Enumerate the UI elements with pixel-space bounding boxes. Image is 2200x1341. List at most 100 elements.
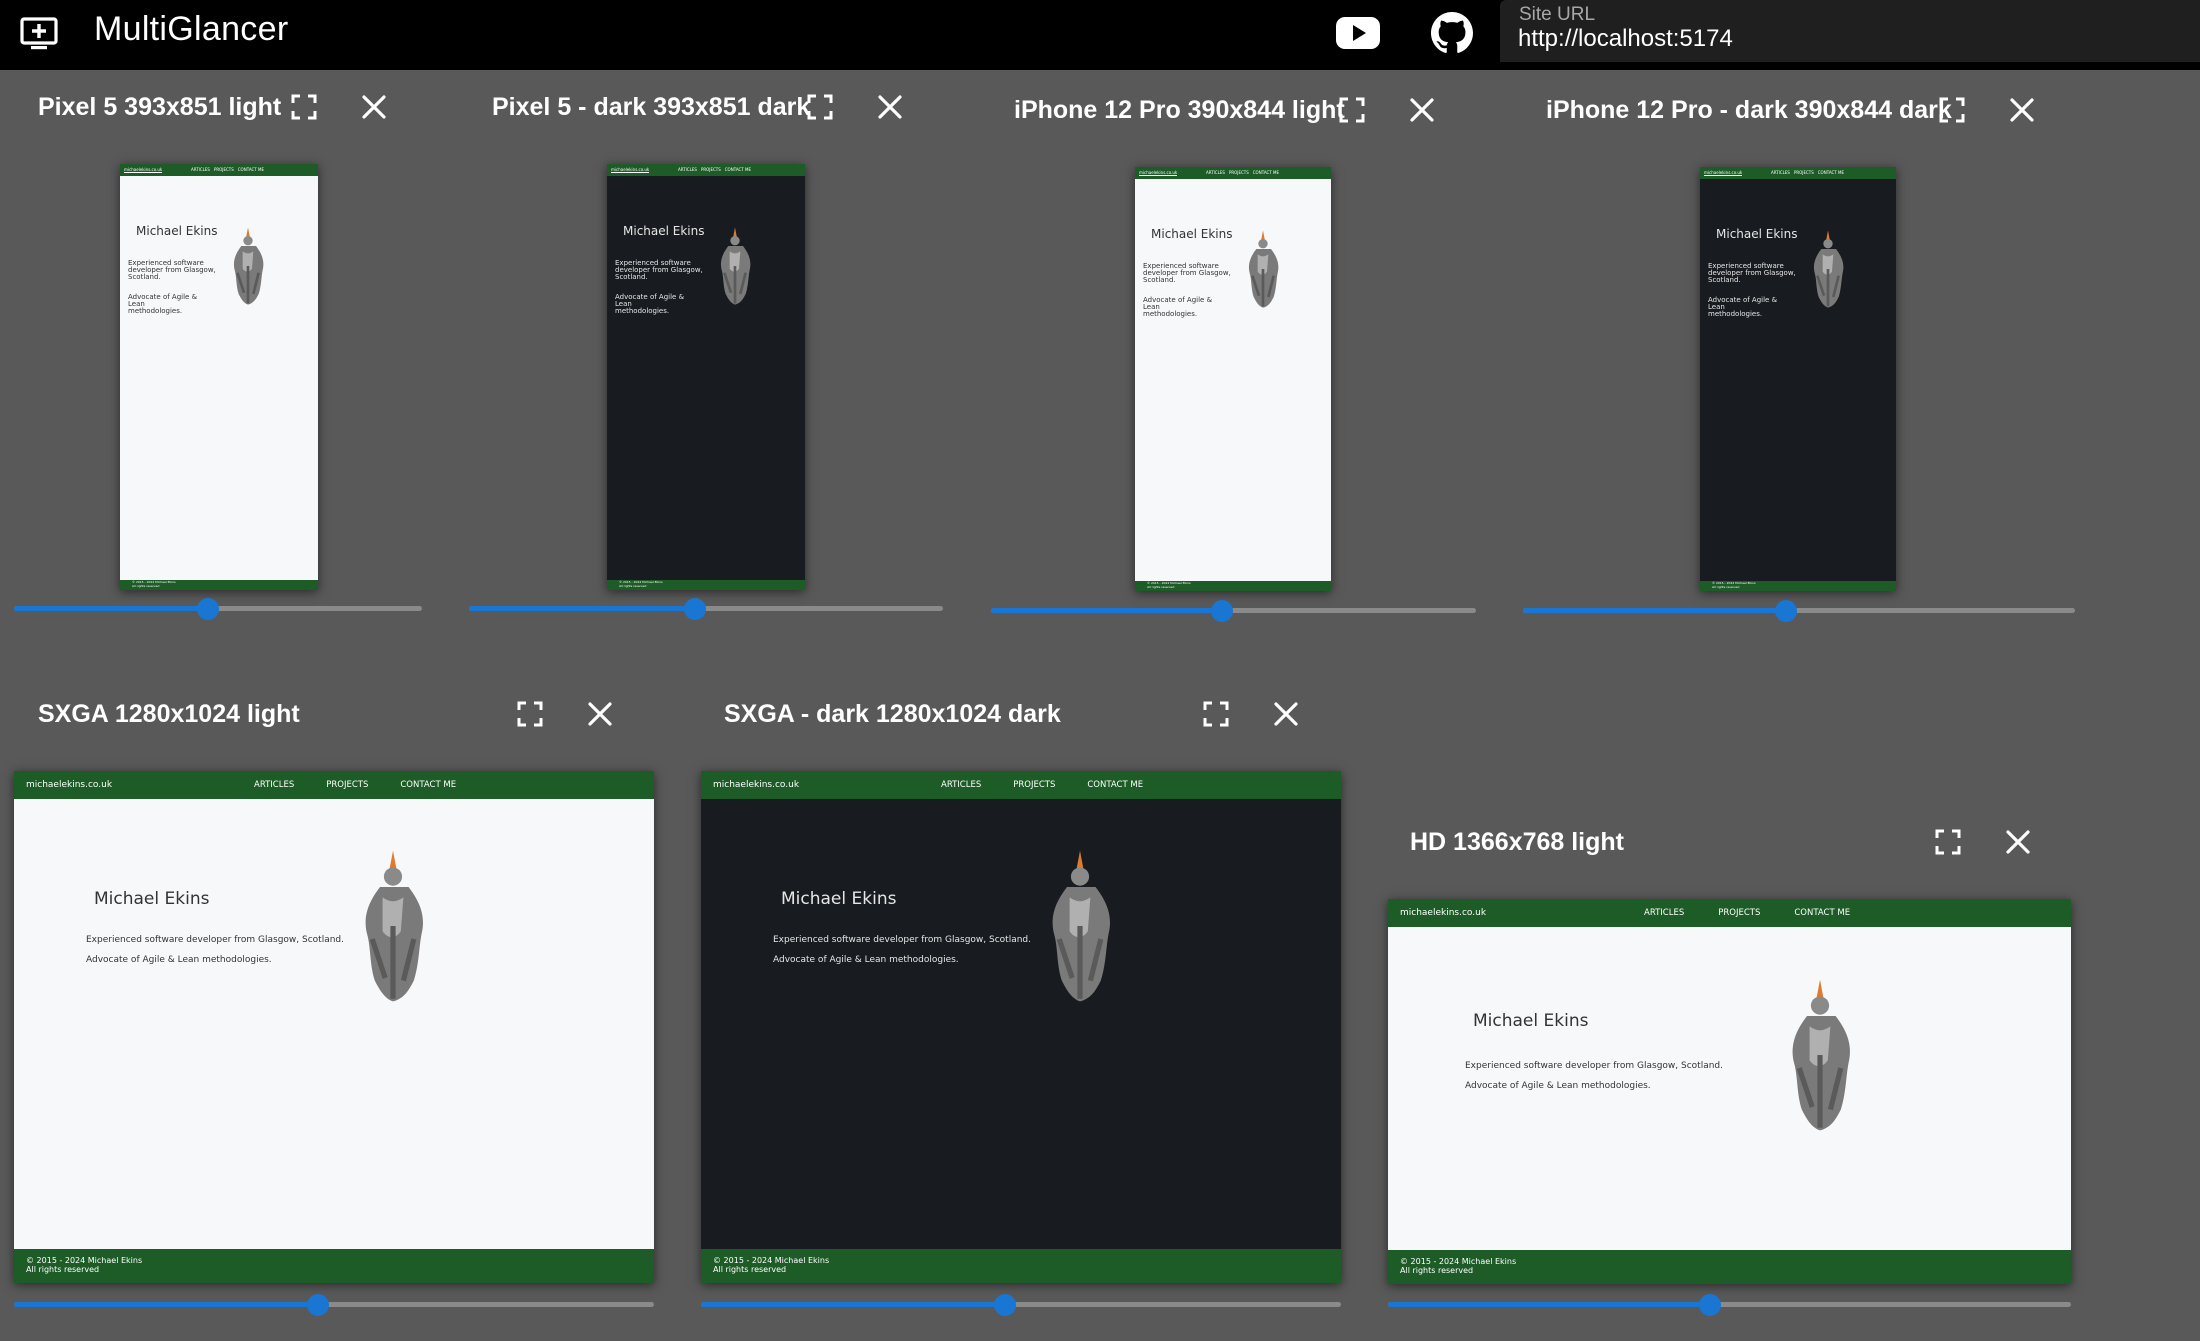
site-nav-articles[interactable]: ARTICLES bbox=[1206, 170, 1225, 175]
site-hero-advocate: Advocate of Agile & Lean methodologies. bbox=[773, 955, 959, 965]
site-url-input[interactable] bbox=[1518, 24, 2178, 54]
zoom-slider[interactable] bbox=[1388, 1294, 2071, 1316]
zoom-slider-thumb[interactable] bbox=[683, 598, 706, 620]
site-nav-projects[interactable]: PROJECTS bbox=[326, 780, 368, 790]
site-hero-name: Michael Ekins bbox=[1151, 227, 1233, 241]
site-nav-contact-me[interactable]: CONTACT ME bbox=[1794, 908, 1850, 918]
site-nav-articles[interactable]: ARTICLES bbox=[678, 167, 697, 172]
site-nav-articles[interactable]: ARTICLES bbox=[941, 780, 981, 790]
site-url-field[interactable]: Site URL bbox=[1500, 0, 2200, 62]
statue-image bbox=[354, 846, 432, 1010]
close-icon[interactable] bbox=[1999, 823, 2037, 861]
close-icon[interactable] bbox=[871, 88, 909, 126]
site-nav-contact-me[interactable]: CONTACT ME bbox=[1253, 170, 1279, 175]
site-hero-intro: Experienced software developer from Glas… bbox=[615, 259, 703, 281]
site-hero-intro: Experienced software developer from Glas… bbox=[773, 935, 1031, 945]
site-nav-contact-me[interactable]: CONTACT ME bbox=[1818, 170, 1844, 175]
site-nav-contact-me[interactable]: CONTACT ME bbox=[238, 167, 264, 172]
site-nav-articles[interactable]: ARTICLES bbox=[191, 167, 210, 172]
site-nav-contact-me[interactable]: CONTACT ME bbox=[725, 167, 751, 172]
app-root: MultiGlancer Site URL Pixel 5 393x851 li… bbox=[0, 0, 2200, 1341]
site-footer-rights: All rights reserved bbox=[132, 584, 160, 588]
close-icon[interactable] bbox=[1267, 695, 1305, 733]
site-nav-articles[interactable]: ARTICLES bbox=[254, 780, 294, 790]
zoom-slider[interactable] bbox=[14, 1294, 654, 1316]
device-preview-frame[interactable]: michaelekins.co.uk ARTICLES PROJECTS CONTAC… bbox=[1388, 899, 2071, 1284]
zoom-slider-thumb[interactable] bbox=[1698, 1294, 1721, 1316]
site-nav-projects[interactable]: PROJECTS bbox=[214, 167, 234, 172]
statue-image bbox=[1808, 229, 1848, 313]
zoom-slider-fill bbox=[1523, 608, 1786, 613]
site-brand-link[interactable]: michaelekins.co.uk bbox=[1400, 908, 1486, 918]
statue-image bbox=[1781, 975, 1859, 1139]
site-nav-articles[interactable]: ARTICLES bbox=[1771, 170, 1790, 175]
zoom-slider-thumb[interactable] bbox=[197, 598, 220, 620]
zoom-slider[interactable] bbox=[701, 1294, 1341, 1316]
zoom-slider[interactable] bbox=[14, 598, 422, 620]
zoom-slider[interactable] bbox=[991, 600, 1476, 622]
site-nav-projects[interactable]: PROJECTS bbox=[1794, 170, 1814, 175]
site-brand-link[interactable]: michaelekins.co.uk bbox=[1139, 170, 1178, 176]
site-hero-name: Michael Ekins bbox=[136, 224, 218, 238]
fullscreen-icon[interactable] bbox=[1929, 823, 1967, 861]
fullscreen-icon[interactable] bbox=[1197, 695, 1235, 733]
close-icon[interactable] bbox=[355, 88, 393, 126]
site-url-label: Site URL bbox=[1519, 4, 1596, 25]
site-brand-link[interactable]: michaelekins.co.uk bbox=[26, 780, 112, 790]
site-brand-link[interactable]: michaelekins.co.uk bbox=[124, 167, 163, 173]
close-icon[interactable] bbox=[1403, 91, 1441, 129]
site-footer-copyright: © 2015 - 2024 Michael Ekins bbox=[26, 1256, 143, 1265]
device-preview-frame[interactable]: michaelekins.co.uk ARTICLES PROJECTS CONTAC… bbox=[120, 164, 318, 590]
site-navbar: michaelekins.co.uk ARTICLES PROJECTS CONTAC… bbox=[701, 771, 1341, 799]
device-preview-frame[interactable]: michaelekins.co.uk ARTICLES PROJECTS CONTAC… bbox=[607, 164, 805, 590]
close-icon[interactable] bbox=[2003, 91, 2041, 129]
site-nav-links: ARTICLES PROJECTS CONTACT ME bbox=[254, 780, 456, 790]
fullscreen-icon[interactable] bbox=[1933, 91, 1971, 129]
site-nav-contact-me[interactable]: CONTACT ME bbox=[400, 780, 456, 790]
zoom-slider-fill bbox=[14, 1302, 318, 1307]
device-preview-frame[interactable]: michaelekins.co.uk ARTICLES PROJECTS CONTAC… bbox=[1135, 167, 1331, 591]
zoom-slider[interactable] bbox=[1523, 600, 2075, 622]
site-hero-advocate: Advocate of Agile & Lean methodologies. bbox=[1708, 296, 1778, 318]
site-nav-projects[interactable]: PROJECTS bbox=[1013, 780, 1055, 790]
device-preview-frame[interactable]: michaelekins.co.uk ARTICLES PROJECTS CONTAC… bbox=[14, 771, 654, 1283]
zoom-slider-thumb[interactable] bbox=[307, 1294, 329, 1316]
site-footer-rights: All rights reserved bbox=[1400, 1266, 1474, 1275]
add-to-screen-icon[interactable] bbox=[18, 13, 60, 55]
site-hero-intro: Experienced software developer from Glas… bbox=[1143, 262, 1231, 284]
site-nav-projects[interactable]: PROJECTS bbox=[701, 167, 721, 172]
zoom-slider-fill bbox=[991, 608, 1222, 613]
site-nav-links: ARTICLES PROJECTS CONTACT ME bbox=[678, 167, 751, 172]
site-hero-intro: Experienced software developer from Glas… bbox=[1465, 1061, 1723, 1071]
device-preview-frame[interactable]: michaelekins.co.uk ARTICLES PROJECTS CONTAC… bbox=[1700, 167, 1896, 591]
statue-image bbox=[1243, 229, 1283, 313]
youtube-icon[interactable] bbox=[1334, 10, 1382, 56]
site-nav-articles[interactable]: ARTICLES bbox=[1644, 908, 1684, 918]
zoom-slider-thumb[interactable] bbox=[994, 1294, 1016, 1316]
site-nav-contact-me[interactable]: CONTACT ME bbox=[1087, 780, 1143, 790]
site-hero-name: Michael Ekins bbox=[781, 889, 897, 909]
site-navbar: michaelekins.co.uk ARTICLES PROJECTS CONTAC… bbox=[1388, 899, 2071, 927]
zoom-slider-thumb[interactable] bbox=[1210, 600, 1233, 622]
site-footer-rights: All rights reserved bbox=[619, 584, 647, 588]
site-hero-intro: Experienced software developer from Glas… bbox=[86, 935, 344, 945]
fullscreen-icon[interactable] bbox=[801, 88, 839, 126]
site-hero-advocate: Advocate of Agile & Lean methodologies. bbox=[615, 293, 685, 315]
zoom-slider-thumb[interactable] bbox=[1774, 600, 1797, 622]
site-brand-link[interactable]: michaelekins.co.uk bbox=[1704, 170, 1743, 176]
fullscreen-icon[interactable] bbox=[285, 88, 323, 126]
device-panel-title: SXGA - dark 1280x1024 dark bbox=[724, 700, 1061, 728]
fullscreen-icon[interactable] bbox=[1333, 91, 1371, 129]
device-preview-frame[interactable]: michaelekins.co.uk ARTICLES PROJECTS CONTAC… bbox=[701, 771, 1341, 1283]
fullscreen-icon[interactable] bbox=[511, 695, 549, 733]
github-icon[interactable] bbox=[1428, 10, 1476, 56]
site-brand-link[interactable]: michaelekins.co.uk bbox=[611, 167, 650, 173]
statue-image bbox=[715, 226, 755, 310]
site-brand-link[interactable]: michaelekins.co.uk bbox=[713, 780, 799, 790]
site-hero-name: Michael Ekins bbox=[1473, 1011, 1589, 1031]
site-nav-projects[interactable]: PROJECTS bbox=[1229, 170, 1249, 175]
site-nav-projects[interactable]: PROJECTS bbox=[1718, 908, 1760, 918]
app-title: MultiGlancer bbox=[94, 10, 289, 48]
zoom-slider[interactable] bbox=[469, 598, 943, 620]
close-icon[interactable] bbox=[581, 695, 619, 733]
